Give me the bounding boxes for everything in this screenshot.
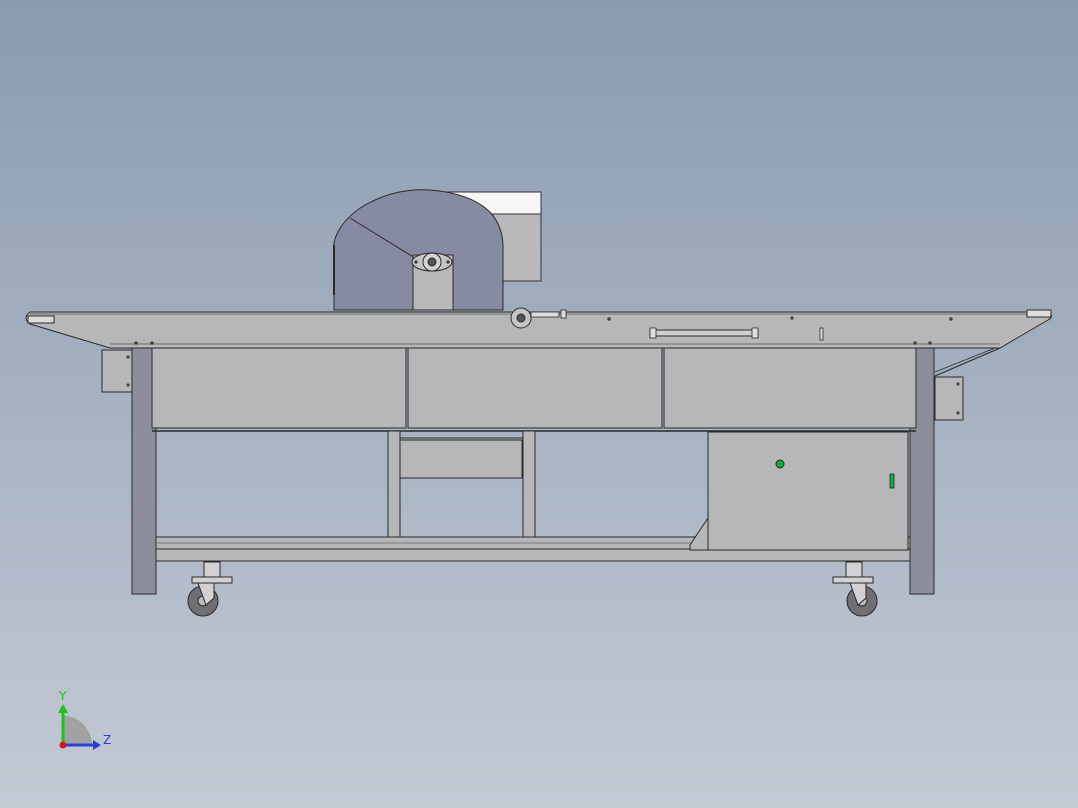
bolt bbox=[928, 341, 932, 345]
y-axis-arrow bbox=[58, 704, 68, 713]
bolt bbox=[150, 341, 154, 345]
small-latch bbox=[819, 327, 824, 341]
cover-panel-2 bbox=[407, 347, 663, 429]
caster-stem bbox=[845, 561, 863, 579]
mid-bearing-hub bbox=[516, 313, 526, 323]
inner-post-1 bbox=[387, 430, 401, 550]
right-strut bbox=[934, 347, 1001, 377]
inner-post-2 bbox=[522, 430, 536, 550]
triad-arc bbox=[62, 715, 93, 746]
y-axis-label: Y bbox=[58, 689, 67, 703]
caster-plate bbox=[191, 576, 233, 584]
x-axis-dot bbox=[59, 741, 67, 749]
mid-rod bbox=[530, 311, 560, 318]
bolt bbox=[134, 341, 138, 345]
z-axis-arrow bbox=[93, 740, 101, 750]
electrical-cabinet bbox=[689, 431, 909, 551]
guide-rod-end-right bbox=[751, 327, 759, 339]
bearing-bolt-right bbox=[446, 260, 450, 264]
bolt bbox=[790, 316, 794, 320]
indicator-light bbox=[775, 459, 785, 469]
mid-rod-end bbox=[560, 309, 567, 319]
caster-plate bbox=[832, 576, 874, 584]
right-caster bbox=[832, 561, 878, 617]
bolt bbox=[949, 317, 953, 321]
bolt bbox=[126, 355, 130, 359]
cad-viewport[interactable]: Y Z bbox=[0, 0, 1078, 808]
caster-stem bbox=[203, 561, 221, 579]
cover-panels bbox=[151, 347, 917, 432]
bolt bbox=[956, 382, 960, 386]
drawer-box bbox=[399, 439, 523, 479]
switch-indicator bbox=[889, 473, 895, 489]
right-tensioner bbox=[1026, 309, 1052, 318]
machine-side-view: Y Z bbox=[25, 189, 1052, 750]
z-axis-label: Z bbox=[103, 733, 111, 747]
bolt bbox=[956, 411, 960, 415]
left-caster bbox=[187, 561, 233, 617]
bolt bbox=[607, 317, 611, 321]
right-strut-2 bbox=[934, 347, 996, 373]
saw-housing bbox=[333, 189, 542, 311]
bearing-bore bbox=[427, 257, 437, 267]
bolt bbox=[126, 383, 130, 387]
cabinet-body bbox=[707, 431, 909, 551]
bearing-bolt-left bbox=[414, 260, 418, 264]
bolt bbox=[913, 341, 917, 345]
guide-rod bbox=[649, 329, 759, 337]
cover-panel-1 bbox=[151, 347, 407, 429]
left-tensioner bbox=[27, 315, 55, 324]
cabinet-chute bbox=[689, 516, 709, 551]
conveyor-bed bbox=[25, 307, 1052, 349]
axis-triad[interactable]: Y Z bbox=[58, 689, 111, 750]
guide-rod-end-left bbox=[649, 327, 657, 339]
base-beam bbox=[155, 548, 911, 562]
cover-panel-3 bbox=[663, 347, 917, 429]
